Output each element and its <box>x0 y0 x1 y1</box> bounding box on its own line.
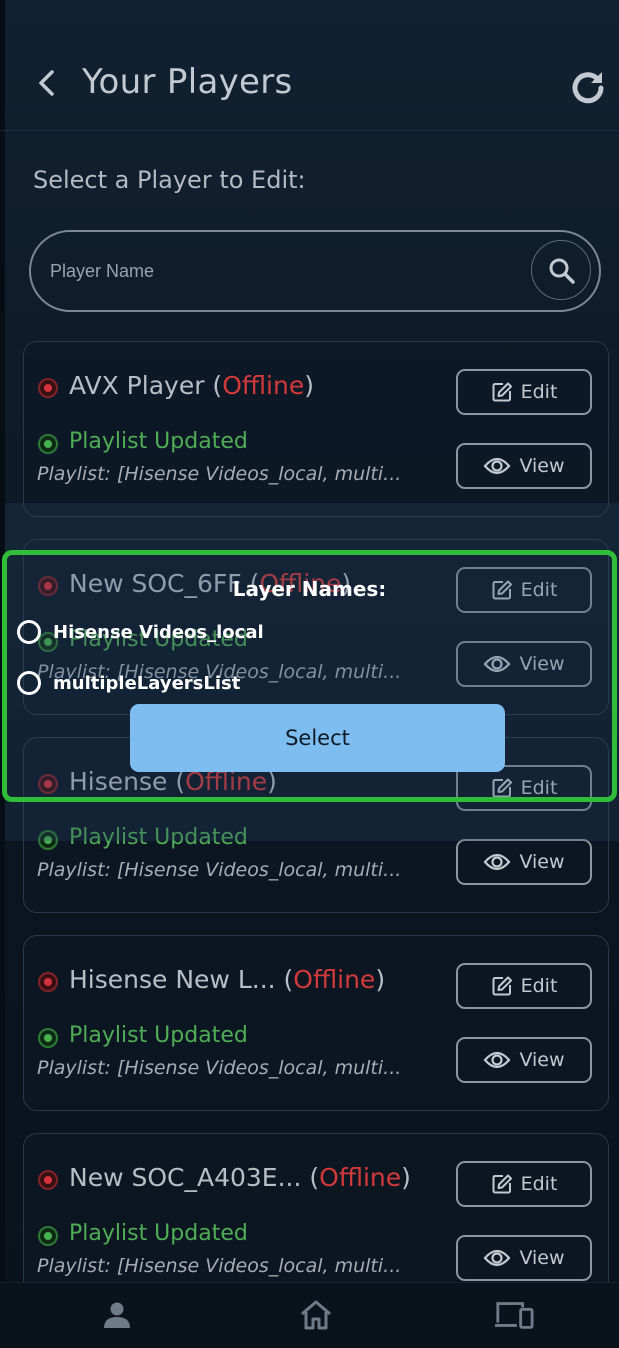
playlist-status-icon <box>38 1028 58 1048</box>
playlist-text: Playlist: [Hisense Videos_local, multi..… <box>37 463 402 485</box>
player-name-row: Hisense New L... (Offline) <box>69 965 386 994</box>
player-card: AVX Player (Offline) Playlist Updated Pl… <box>23 341 609 517</box>
edit-label: Edit <box>520 975 558 997</box>
refresh-icon[interactable] <box>568 68 608 108</box>
view-button[interactable]: View <box>456 1235 592 1281</box>
playlist-text: Playlist: [Hisense Videos_local, multi..… <box>37 1057 402 1079</box>
search-icon <box>549 258 575 284</box>
player-name: AVX Player <box>69 371 205 400</box>
view-button[interactable]: View <box>456 839 592 885</box>
view-label: View <box>519 1049 565 1071</box>
app-screen: Your Players Select a Player to Edit: AV… <box>0 0 619 1348</box>
edit-icon <box>492 382 512 402</box>
offline-status-icon <box>38 378 58 398</box>
player-name: Hisense New L... <box>69 965 276 994</box>
player-status: Offline <box>222 371 305 400</box>
select-button[interactable]: Select <box>130 704 505 772</box>
view-button[interactable]: View <box>456 443 592 489</box>
player-status: Offline <box>319 1163 402 1192</box>
search-button[interactable] <box>531 240 591 300</box>
playlist-status-icon <box>38 434 58 454</box>
layer-option-label: multipleLayersList <box>53 672 241 694</box>
layer-option[interactable]: Hisense Videos_local <box>17 620 264 644</box>
eye-icon <box>484 457 511 475</box>
playlist-status: Playlist Updated <box>69 1221 248 1246</box>
header: Your Players <box>0 40 619 131</box>
offline-status-icon <box>38 1170 58 1190</box>
player-name-row: New SOC_A403E... (Offline) <box>69 1163 411 1192</box>
user-icon[interactable] <box>97 1297 137 1333</box>
view-label: View <box>519 1247 565 1269</box>
edit-label: Edit <box>520 381 558 403</box>
playlist-status: Playlist Updated <box>69 1023 248 1048</box>
edit-button[interactable]: Edit <box>456 963 592 1009</box>
playlist-status-icon <box>38 1226 58 1246</box>
edit-icon <box>492 1174 512 1194</box>
select-player-subtitle: Select a Player to Edit: <box>33 166 306 194</box>
search-input[interactable] <box>48 252 522 290</box>
player-status: Offline <box>293 965 376 994</box>
edit-icon <box>492 976 512 996</box>
edit-label: Edit <box>520 1173 558 1195</box>
radio-button[interactable] <box>17 671 41 695</box>
chevron-left-icon[interactable] <box>34 68 60 98</box>
search-bar <box>29 230 601 312</box>
edit-button[interactable]: Edit <box>456 1161 592 1207</box>
layer-names-modal: Layer Names: Hisense Videos_local multip… <box>2 550 617 802</box>
home-icon[interactable] <box>296 1297 336 1333</box>
offline-status-icon <box>38 972 58 992</box>
view-button[interactable]: View <box>456 1037 592 1083</box>
devices-icon[interactable] <box>494 1297 534 1333</box>
view-label: View <box>519 851 565 873</box>
eye-icon <box>484 1051 511 1069</box>
playlist-text: Playlist: [Hisense Videos_local, multi..… <box>37 1255 402 1277</box>
page-title: Your Players <box>82 62 293 102</box>
eye-icon <box>484 1249 511 1267</box>
player-card: Hisense New L... (Offline) Playlist Upda… <box>23 935 609 1111</box>
player-name-row: AVX Player (Offline) <box>69 371 314 400</box>
view-label: View <box>519 455 565 477</box>
playlist-status: Playlist Updated <box>69 429 248 454</box>
playlist-text: Playlist: [Hisense Videos_local, multi..… <box>37 859 402 881</box>
layer-option[interactable]: multipleLayersList <box>17 671 240 695</box>
edit-button[interactable]: Edit <box>456 369 592 415</box>
modal-title: Layer Names: <box>232 577 387 601</box>
bottom-nav <box>0 1282 619 1348</box>
player-name: New SOC_A403E... <box>69 1163 302 1192</box>
eye-icon <box>484 853 511 871</box>
radio-button[interactable] <box>17 620 41 644</box>
layer-option-label: Hisense Videos_local <box>53 621 264 643</box>
